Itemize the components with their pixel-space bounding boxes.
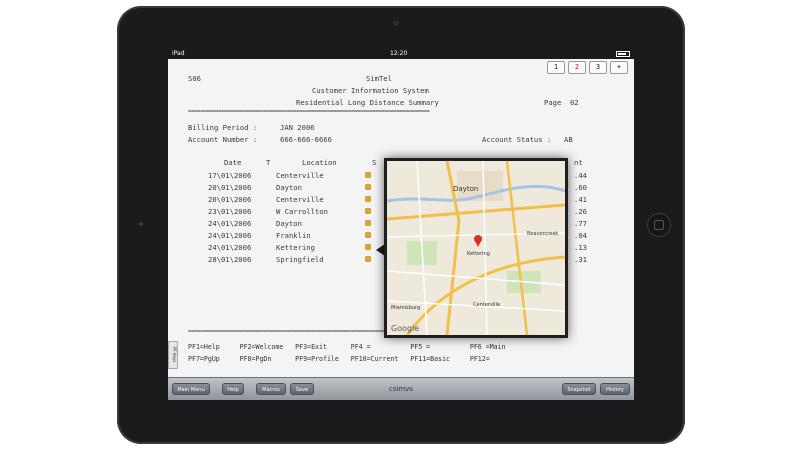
row-date: 20\01\2006 (208, 195, 252, 204)
map-marker-icon[interactable] (365, 208, 371, 214)
google-logo: Google (391, 324, 419, 333)
column-amount: nt (574, 158, 583, 167)
row-location: Dayton (276, 219, 302, 228)
row-amount: .04 (574, 231, 587, 240)
function-keys-row-2[interactable]: PF7=PgUp PF8=PgDn PF9=Profile PF10=Curre… (188, 355, 490, 363)
map-marker-icon[interactable] (365, 196, 371, 202)
map-marker-icon[interactable] (365, 256, 371, 262)
map-popover[interactable]: Dayton Kettering Centerville Beavercreek… (384, 158, 568, 338)
row-location: W Carrollton (276, 207, 328, 216)
save-button[interactable]: Save (290, 383, 314, 395)
page-button-1[interactable]: 1 (547, 61, 565, 74)
row-date: 24\01\2006 (208, 219, 252, 228)
screen-code: S06 (188, 74, 201, 83)
row-location: Springfield (276, 255, 324, 264)
column-date: Date (224, 158, 242, 167)
account-status-label: Account Status : (482, 135, 552, 144)
sensor-dot (139, 222, 143, 226)
pf-keys-tab[interactable]: PF Keys (168, 341, 178, 369)
add-page-button[interactable]: + (610, 61, 628, 74)
page-button-2[interactable]: 2 (568, 61, 586, 74)
row-location: Dayton (276, 183, 302, 192)
map-label-kettering: Kettering (467, 251, 490, 257)
main-menu-button[interactable]: Main Menu (172, 383, 210, 395)
row-date: 20\01\2006 (208, 183, 252, 192)
status-bar: iPad 12:20 (168, 49, 634, 59)
snapshot-button[interactable]: Snapshot (562, 383, 596, 395)
help-button[interactable]: Help (222, 383, 244, 395)
function-keys-row-1[interactable]: PF1=Help PF2=Welcome PF3=Exit PF4 = PF5 … (188, 343, 506, 351)
system-name: Customer Information System (312, 86, 429, 95)
row-date: 24\01\2006 (208, 243, 252, 252)
separator-top: ========================================… (188, 109, 430, 115)
billing-period-value: JAN 2006 (280, 123, 315, 132)
company-name: SimTel (366, 74, 392, 83)
battery-icon (616, 51, 630, 57)
row-location: Kettering (276, 243, 315, 252)
row-amount: .31 (574, 255, 587, 264)
row-amount: .44 (574, 171, 587, 180)
map-marker-icon[interactable] (365, 244, 371, 250)
row-amount: .60 (574, 183, 587, 192)
map-marker-icon[interactable] (365, 232, 371, 238)
column-type: T (266, 158, 271, 167)
row-amount: .41 (574, 195, 587, 204)
map-marker-icon[interactable] (365, 184, 371, 190)
map-view[interactable]: Dayton Kettering Centerville Beavercreek… (387, 161, 565, 335)
page-number: Page 02 (544, 98, 579, 107)
row-date: 17\01\2006 (208, 171, 252, 180)
map-label-miamisburg: Miamisburg (391, 305, 420, 311)
bottom-toolbar: Main Menu Help Macros Save csimvs Snapsh… (168, 377, 634, 400)
row-amount: .13 (574, 243, 587, 252)
map-marker-icon[interactable] (365, 172, 371, 178)
row-amount: .26 (574, 207, 587, 216)
history-button[interactable]: History (600, 383, 630, 395)
account-number-value: 666-666-6666 (280, 135, 332, 144)
column-location: Location (302, 158, 337, 167)
row-location: Centerville (276, 171, 324, 180)
page-button-3[interactable]: 3 (589, 61, 607, 74)
billing-period-label: Billing Period : (188, 123, 258, 132)
map-marker-icon[interactable] (365, 220, 371, 226)
camera-icon (393, 20, 399, 26)
page-switcher: 1 2 3 + (547, 61, 628, 74)
column-s: S (372, 158, 377, 167)
account-status-value: AB (564, 135, 573, 144)
row-date: 24\01\2006 (208, 231, 252, 240)
account-number-label: Account Number : (188, 135, 258, 144)
report-title: Residential Long Distance Summary (296, 98, 439, 107)
row-date: 28\01\2006 (208, 255, 252, 264)
macros-button[interactable]: Macros (256, 383, 286, 395)
row-location: Franklin (276, 231, 311, 240)
map-label-beavercreek: Beavercreek (527, 231, 558, 237)
row-date: 23\01\2006 (208, 207, 252, 216)
row-location: Centerville (276, 195, 324, 204)
carrier-label: iPad (172, 50, 185, 57)
clock: 12:20 (390, 50, 408, 57)
row-amount: .77 (574, 219, 587, 228)
map-label-centerville: Centerville (473, 302, 500, 308)
home-button[interactable] (647, 213, 671, 237)
map-label-dayton: Dayton (453, 185, 478, 193)
session-title: csimvs (388, 385, 414, 393)
